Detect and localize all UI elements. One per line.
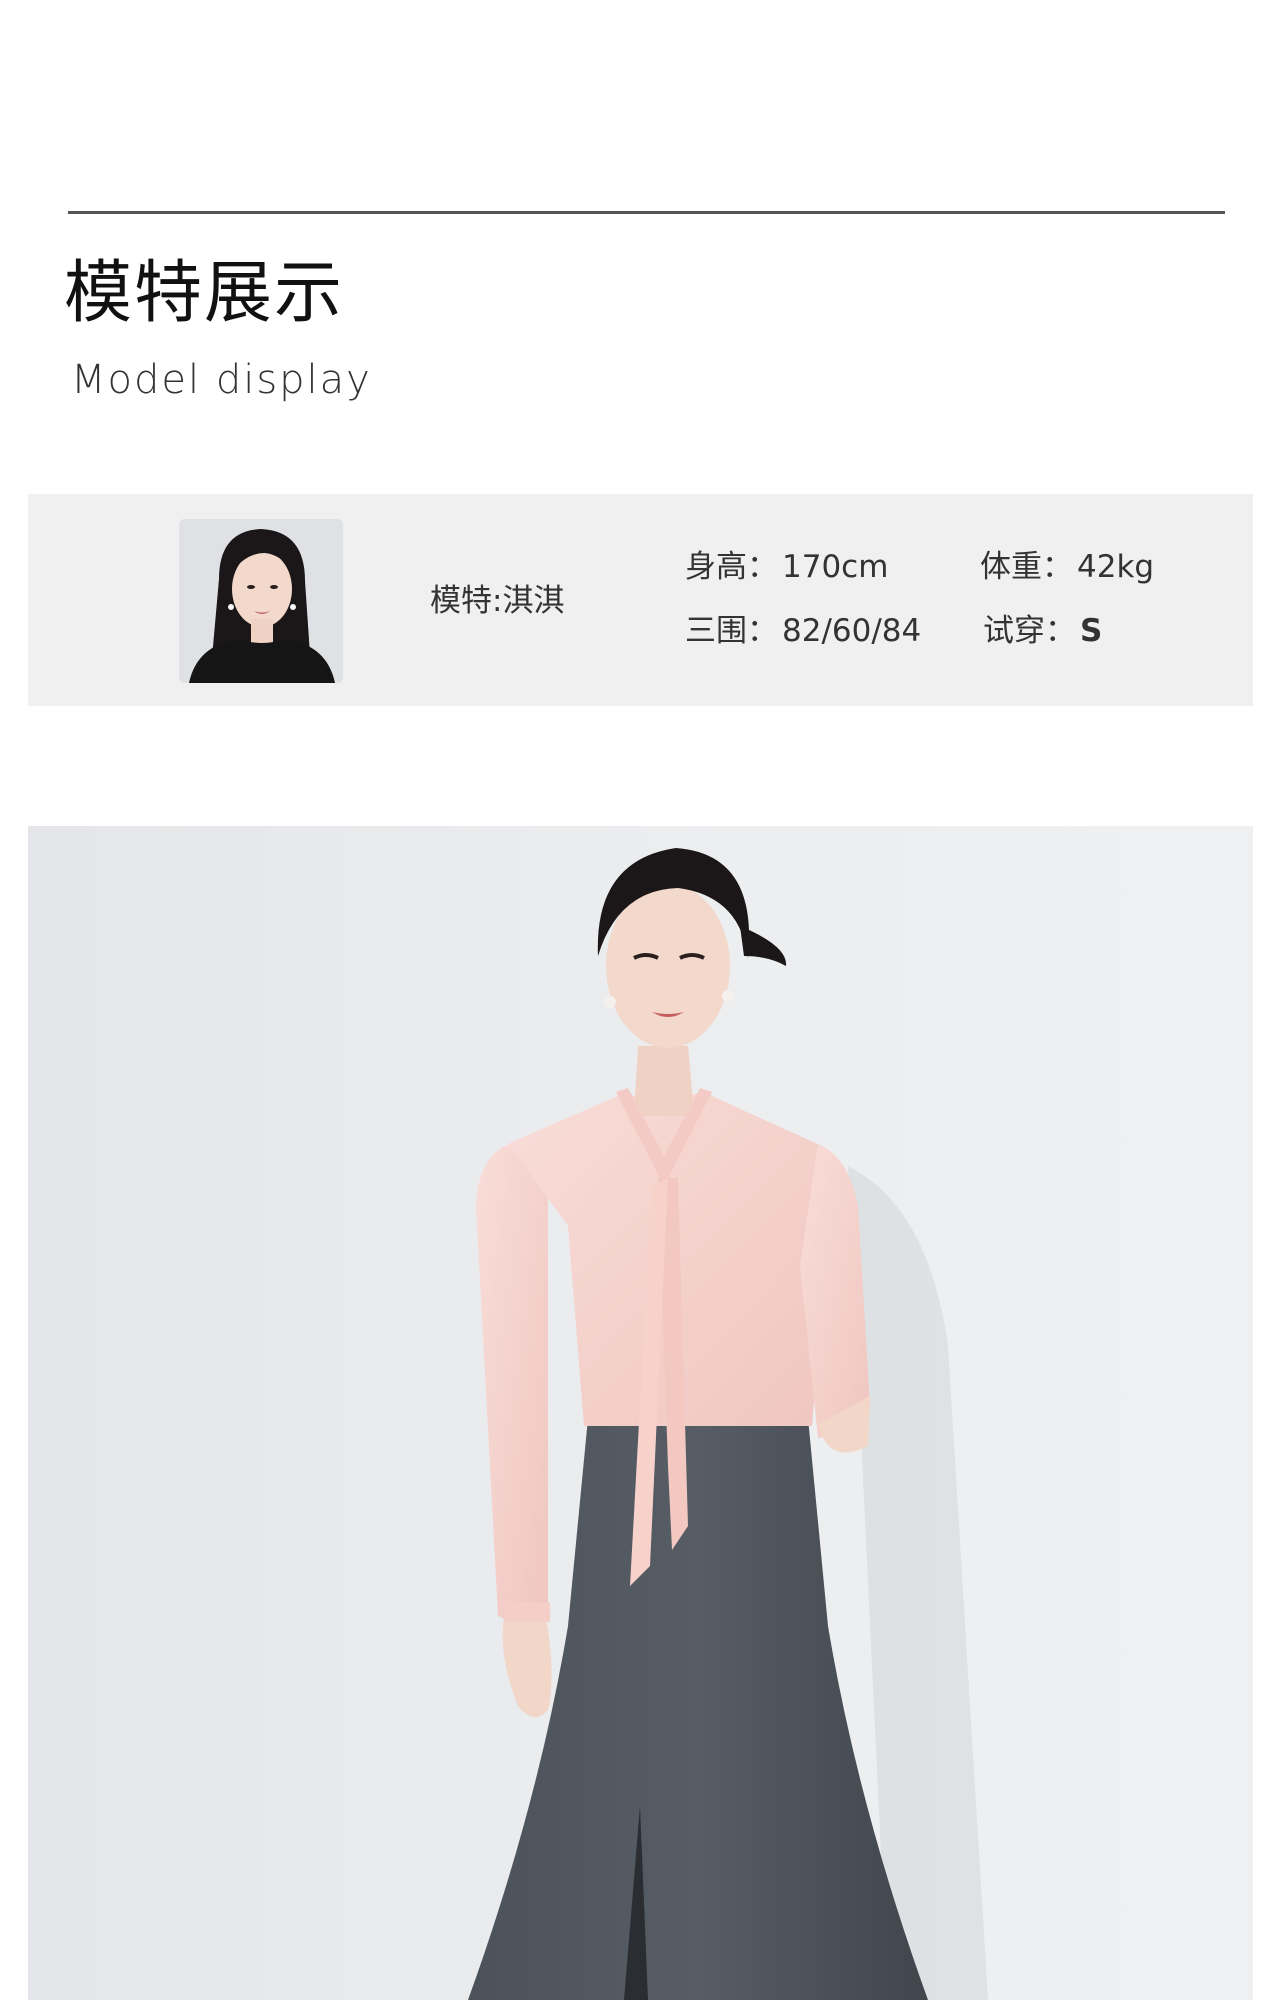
weight-value: 42kg — [1077, 549, 1155, 585]
model-height: 身高： 170cm — [685, 548, 888, 586]
measurements-value: 82/60/84 — [782, 613, 922, 649]
size-label: 试穿： — [983, 613, 1076, 649]
size-value: S — [1080, 613, 1103, 649]
model-name: 模特:淇淇 — [430, 583, 565, 619]
model-measurements: 三围： 82/60/84 — [685, 612, 921, 650]
height-label: 身高： — [685, 549, 778, 585]
model-avatar — [179, 519, 343, 683]
model-photo-illustration — [28, 826, 1253, 2000]
model-portrait-image — [179, 519, 343, 683]
weight-label: 体重： — [980, 549, 1073, 585]
model-size: 试穿： S — [983, 612, 1102, 650]
model-info-bar: 模特:淇淇 身高： 170cm 体重： 42kg 三围： 82/60/84 试穿： S — [28, 494, 1253, 706]
height-value: 170cm — [782, 549, 889, 585]
measurements-label: 三围： — [685, 613, 778, 649]
section-divider — [68, 211, 1225, 214]
section-subtitle: Model display — [71, 357, 372, 403]
section-title: 模特展示 — [64, 254, 345, 333]
model-weight: 体重： 42kg — [980, 548, 1154, 586]
model-photo — [28, 826, 1253, 2000]
